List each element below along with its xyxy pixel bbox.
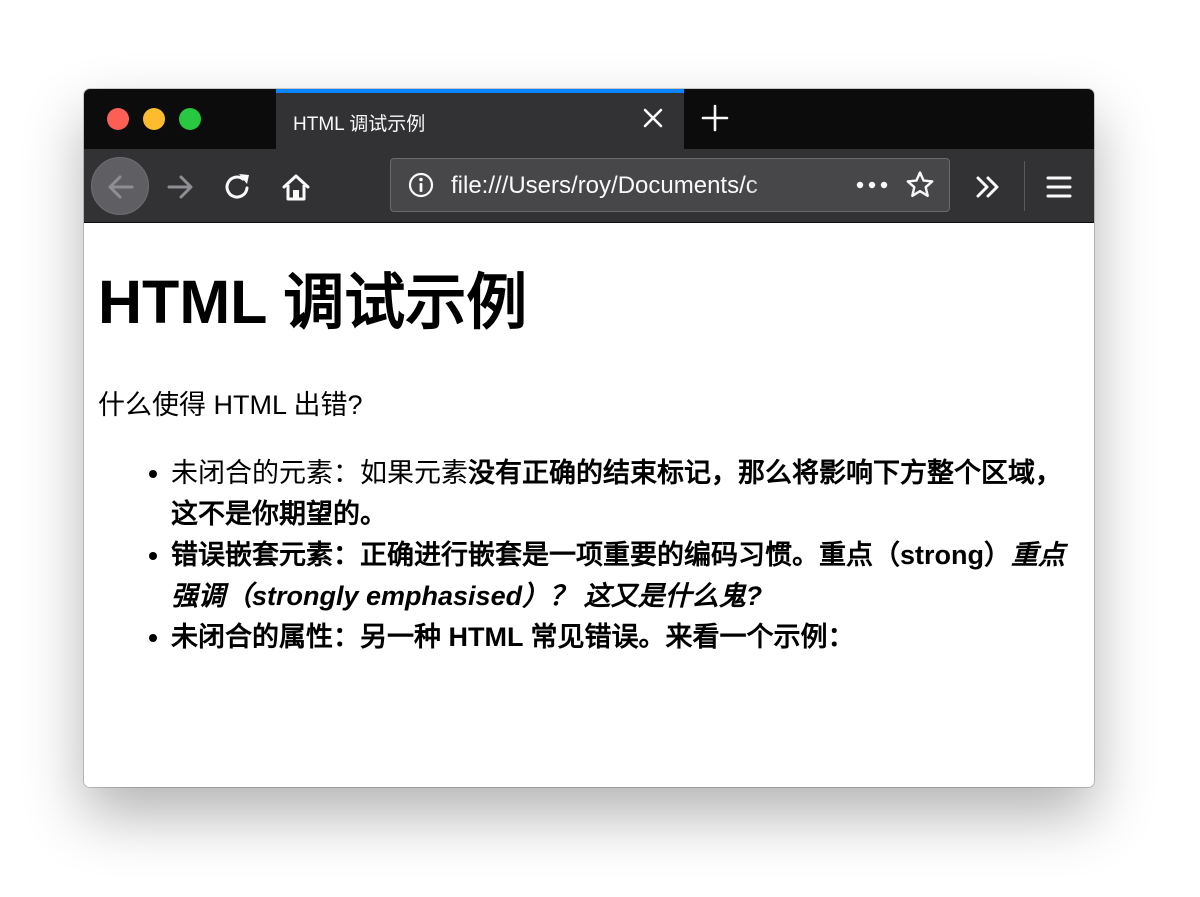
list-item-bold-text: 错误嵌套元素：正确进行嵌套是一项重要的编码习惯。重点（strong） (171, 540, 1011, 570)
double-chevron-icon[interactable] (972, 171, 1004, 203)
plus-icon[interactable] (700, 103, 730, 133)
star-icon[interactable] (905, 170, 935, 200)
home-icon[interactable] (280, 171, 312, 203)
page-content: HTML 调试示例 什么使得 HTML 出错? 未闭合的元素：如果元素没有正确的… (84, 223, 1094, 787)
intro-paragraph: 什么使得 HTML 出错? (98, 390, 363, 420)
navigation-toolbar: file:///Users/roy/Documents/c (84, 149, 1094, 223)
bullet (149, 552, 157, 560)
window-minimize-button[interactable] (143, 108, 165, 130)
arrow-left-icon (108, 175, 134, 199)
list-item: 未闭合的属性：另一种 HTML 常见错误。来看一个示例： (149, 617, 1086, 658)
list-item: 错误嵌套元素：正确进行嵌套是一项重要的编码习惯。重点（strong）重点强调（s… (149, 535, 1086, 617)
list-item-bold-text: 未闭合的属性：另一种 HTML 常见错误。来看一个示例： (171, 622, 855, 652)
more-icon[interactable] (855, 172, 889, 198)
arrow-right-icon[interactable] (164, 171, 196, 203)
browser-window: HTML 调试示例 file:///Users/roy/Documents/c … (84, 89, 1094, 787)
toolbar-separator (1024, 161, 1025, 211)
window-close-button[interactable] (107, 108, 129, 130)
info-icon[interactable] (407, 171, 435, 199)
reload-icon[interactable] (222, 171, 254, 203)
tab-active[interactable]: HTML 调试示例 (276, 89, 684, 149)
url-text[interactable]: file:///Users/roy/Documents/c (451, 172, 787, 202)
tab-active-indicator (276, 89, 684, 93)
list-item-plain-text: 未闭合的元素：如果元素 (171, 458, 468, 488)
url-bar[interactable]: file:///Users/roy/Documents/c (390, 158, 950, 212)
bullet (149, 634, 157, 642)
error-list: 未闭合的元素：如果元素没有正确的结束标记，那么将影响下方整个区域，这不是你期望的… (149, 453, 1086, 658)
bullet (149, 470, 157, 478)
back-button[interactable] (91, 157, 149, 215)
list-item: 未闭合的元素：如果元素没有正确的结束标记，那么将影响下方整个区域，这不是你期望的… (149, 453, 1086, 535)
window-zoom-button[interactable] (179, 108, 201, 130)
hamburger-icon[interactable] (1043, 171, 1075, 203)
tab-title: HTML 调试示例 (293, 114, 426, 135)
tab-bar: HTML 调试示例 (84, 89, 1094, 149)
page-title: HTML 调试示例 (98, 268, 528, 336)
close-icon[interactable] (640, 105, 666, 131)
